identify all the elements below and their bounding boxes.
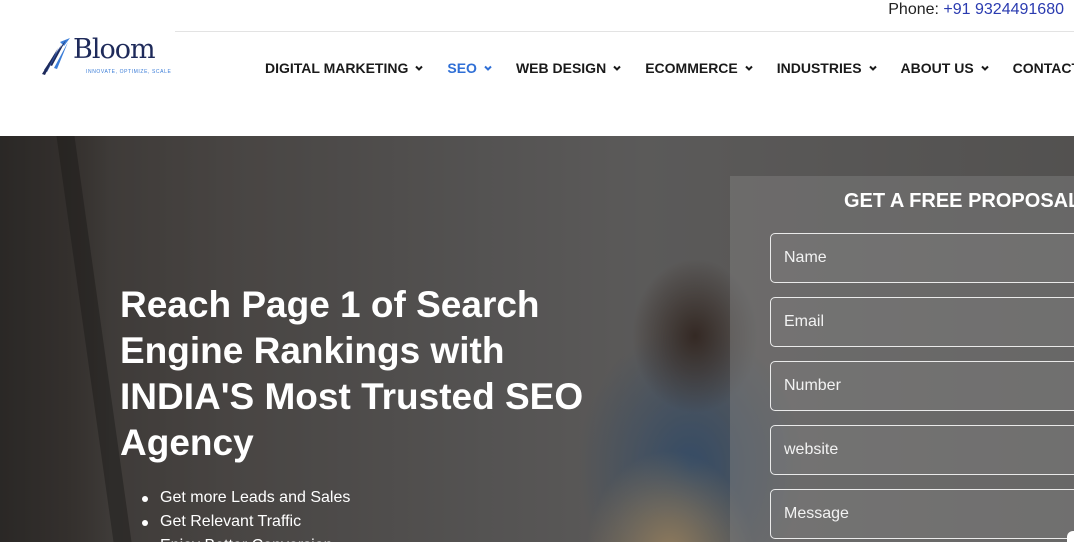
- chevron-down-icon: [980, 65, 989, 71]
- nav-item-industries[interactable]: INDUSTRIES: [777, 60, 878, 76]
- phone-number-link[interactable]: +91 9324491680: [943, 1, 1064, 18]
- nav-item-seo[interactable]: SEO: [447, 60, 493, 76]
- number-field[interactable]: [770, 361, 1074, 411]
- scroll-handle[interactable]: [1067, 531, 1074, 542]
- hero-headline: Reach Page 1 of Search Engine Rankings w…: [120, 284, 584, 463]
- logo-tagline: INNOVATE, OPTIMIZE, SCALE: [86, 69, 172, 75]
- chevron-down-icon: [613, 65, 621, 71]
- name-field[interactable]: [770, 233, 1074, 283]
- nav-item-web-design[interactable]: WEB DESIGN: [516, 60, 622, 76]
- list-item: Get Relevant Traffic: [140, 510, 350, 534]
- message-field[interactable]: [770, 489, 1074, 539]
- nav-item-about-us[interactable]: ABOUT US: [901, 60, 990, 76]
- logo-rocket-icon: [42, 38, 70, 75]
- list-item: Enjoy Better Conversion: [140, 534, 350, 542]
- nav-item-label: SEO: [447, 60, 477, 76]
- top-bar: Phone: +91 9324491680: [0, 0, 1074, 32]
- nav-item-label: WEB DESIGN: [515, 60, 607, 76]
- nav-item-ecommerce[interactable]: ECOMMERCE: [645, 60, 754, 76]
- nav-item-label: ECOMMERCE: [645, 60, 738, 76]
- nav-item-contact-us[interactable]: CONTACT US: [1013, 60, 1074, 76]
- nav-item-label: CONTACT US: [1012, 60, 1074, 76]
- nav-item-label: DIGITAL MARKETING: [265, 60, 409, 76]
- main-nav: DIGITAL MARKETING SEO WEB DESIGN ECOMMER…: [265, 60, 1074, 76]
- email-field[interactable]: [770, 297, 1074, 347]
- hero-benefits-list: Get more Leads and Sales Get Relevant Tr…: [140, 486, 350, 542]
- proposal-form: GET A FREE PROPOSAL: [730, 176, 1074, 542]
- phone-label: Phone:: [888, 1, 939, 18]
- logo[interactable]: Bloom INNOVATE, OPTIMIZE, SCALE: [40, 34, 171, 80]
- phone-contact: Phone: +91 9324491680: [888, 1, 1064, 19]
- nav-item-label: INDUSTRIES: [776, 60, 862, 76]
- chevron-down-icon: [868, 65, 877, 71]
- nav-item-digital-marketing[interactable]: DIGITAL MARKETING: [265, 60, 424, 76]
- nav-item-label: ABOUT US: [900, 60, 974, 76]
- chevron-down-icon: [415, 65, 424, 71]
- list-item: Get more Leads and Sales: [140, 486, 350, 510]
- hero-section: Reach Page 1 of Search Engine Rankings w…: [0, 136, 1074, 542]
- header-divider: [175, 31, 1074, 32]
- website-field[interactable]: [770, 425, 1074, 475]
- form-title: GET A FREE PROPOSAL: [844, 190, 1074, 212]
- logo-name: Bloom: [73, 34, 156, 65]
- chevron-down-icon: [484, 65, 492, 71]
- chevron-down-icon: [745, 65, 753, 71]
